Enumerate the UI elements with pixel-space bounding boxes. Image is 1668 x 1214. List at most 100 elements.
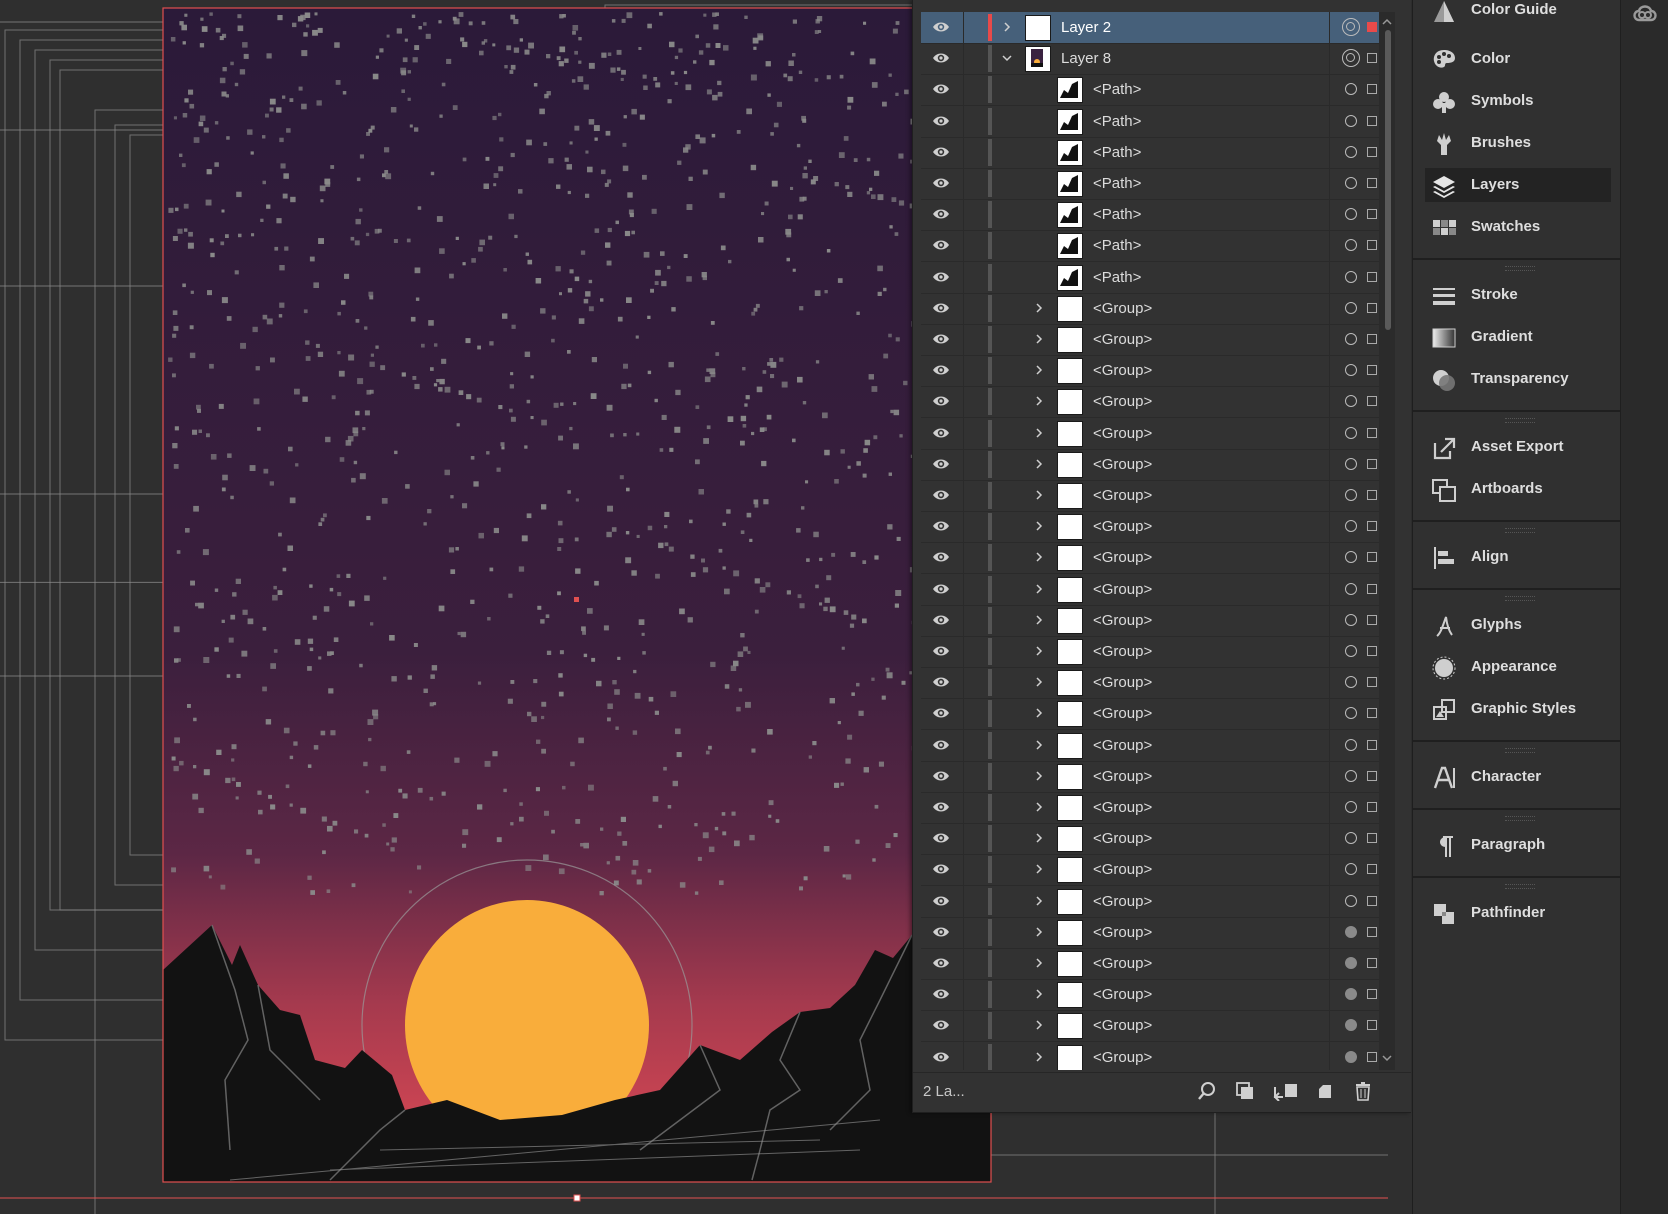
layer-name[interactable]: <Group> xyxy=(1093,643,1152,660)
chevron-right-icon[interactable] xyxy=(1001,21,1013,33)
visibility-eye-icon[interactable] xyxy=(932,550,950,564)
layer-row[interactable]: <Group> xyxy=(921,386,1395,419)
selection-square-icon[interactable] xyxy=(1367,989,1377,1000)
layer-row[interactable]: <Group> xyxy=(921,1041,1395,1070)
lock-cell[interactable] xyxy=(963,355,964,387)
selection-square-icon[interactable] xyxy=(1367,271,1377,282)
chevron-right-icon[interactable] xyxy=(1033,1019,1045,1031)
chevron-right-icon[interactable] xyxy=(1033,739,1045,751)
layer-row[interactable]: <Group> xyxy=(921,792,1395,824)
chevron-right-icon[interactable] xyxy=(1033,1051,1045,1063)
visibility-eye-icon[interactable] xyxy=(932,488,950,502)
target-circle-icon[interactable] xyxy=(1345,582,1357,595)
visibility-eye-icon[interactable] xyxy=(932,800,950,814)
selection-square-icon[interactable] xyxy=(1367,240,1377,251)
lock-cell[interactable] xyxy=(963,948,964,979)
selection-square-icon[interactable] xyxy=(1367,864,1377,875)
layer-name[interactable]: <Group> xyxy=(1093,924,1152,941)
visibility-eye-icon[interactable] xyxy=(932,1018,950,1032)
layer-row[interactable]: <Group> xyxy=(921,948,1395,980)
layer-name[interactable]: <Group> xyxy=(1093,893,1152,910)
chevron-right-icon[interactable] xyxy=(1033,957,1045,969)
selection-square-icon[interactable] xyxy=(1367,739,1377,750)
selection-square-icon[interactable] xyxy=(1367,115,1377,126)
layer-name[interactable]: <Group> xyxy=(1093,425,1152,442)
chevron-right-icon[interactable] xyxy=(1033,302,1045,314)
chevron-right-icon[interactable] xyxy=(1033,614,1045,626)
visibility-eye-icon[interactable] xyxy=(932,519,950,533)
chevron-right-icon[interactable] xyxy=(1033,895,1045,907)
selection-square-icon[interactable] xyxy=(1367,22,1377,32)
lock-cell[interactable] xyxy=(963,667,964,699)
selection-square-icon[interactable] xyxy=(1367,770,1377,781)
chevron-right-icon[interactable] xyxy=(1033,926,1045,938)
target-circle-icon[interactable] xyxy=(1345,301,1357,314)
dock-item-paragraph[interactable]: Paragraph xyxy=(1425,828,1611,862)
dock-item-swatches[interactable]: Swatches xyxy=(1425,210,1611,244)
layer-name[interactable]: <Group> xyxy=(1093,612,1152,629)
create-sublayer-icon[interactable] xyxy=(1273,1081,1299,1101)
target-circle-icon[interactable] xyxy=(1345,551,1357,564)
layer-name[interactable]: <Group> xyxy=(1093,456,1152,473)
target-circle-icon[interactable] xyxy=(1345,1019,1357,1032)
selection-square-icon[interactable] xyxy=(1367,708,1377,719)
target-circle-icon[interactable] xyxy=(1345,145,1357,158)
selection-square-icon[interactable] xyxy=(1367,646,1377,656)
target-circle-icon[interactable] xyxy=(1345,239,1357,252)
visibility-eye-icon[interactable] xyxy=(932,332,950,346)
lock-cell[interactable] xyxy=(963,729,964,761)
lock-cell[interactable] xyxy=(963,199,964,231)
dock-item-brushes[interactable]: Brushes xyxy=(1425,126,1611,160)
lock-cell[interactable] xyxy=(963,12,964,43)
dock-item-align[interactable]: Align xyxy=(1425,540,1611,574)
visibility-eye-icon[interactable] xyxy=(932,613,950,627)
lock-cell[interactable] xyxy=(963,698,964,730)
selection-square-icon[interactable] xyxy=(1367,178,1377,188)
locate-object-icon[interactable] xyxy=(1197,1081,1217,1101)
visibility-eye-icon[interactable] xyxy=(932,644,950,658)
layer-row[interactable]: <Group> xyxy=(921,355,1395,388)
lock-cell[interactable] xyxy=(963,916,964,948)
chevron-right-icon[interactable] xyxy=(1033,520,1045,532)
make-clipping-mask-icon[interactable] xyxy=(1235,1081,1255,1101)
visibility-eye-icon[interactable] xyxy=(932,426,950,440)
chevron-down-icon[interactable] xyxy=(1001,52,1013,64)
lock-cell[interactable] xyxy=(963,854,964,886)
layer-name[interactable]: <Group> xyxy=(1093,300,1152,317)
lock-cell[interactable] xyxy=(963,324,964,355)
chevron-right-icon[interactable] xyxy=(1033,645,1045,657)
selection-square-icon[interactable] xyxy=(1367,677,1377,688)
creative-cloud-icon[interactable] xyxy=(1631,2,1659,24)
layer-row[interactable]: <Group> xyxy=(921,823,1395,856)
selection-square-icon[interactable] xyxy=(1367,833,1377,844)
lock-cell[interactable] xyxy=(963,292,964,324)
layer-name[interactable]: <Group> xyxy=(1093,518,1152,535)
selection-square-icon[interactable] xyxy=(1367,1020,1377,1031)
dock-grip-handle[interactable] xyxy=(1505,816,1535,821)
selection-square-icon[interactable] xyxy=(1367,209,1377,220)
layer-name[interactable]: <Group> xyxy=(1093,861,1152,878)
dock-item-color-guide[interactable]: Color Guide xyxy=(1425,0,1611,27)
target-circle-icon[interactable] xyxy=(1345,676,1357,689)
dock-item-pathfinder[interactable]: Pathfinder xyxy=(1425,896,1611,930)
chevron-right-icon[interactable] xyxy=(1033,988,1045,1000)
target-circle-icon[interactable] xyxy=(1345,645,1357,657)
selection-square-icon[interactable] xyxy=(1367,521,1377,532)
visibility-eye-icon[interactable] xyxy=(932,207,950,221)
visibility-eye-icon[interactable] xyxy=(932,20,950,34)
layer-row[interactable]: <Group> xyxy=(921,542,1395,575)
layer-row[interactable]: <Group> xyxy=(921,979,1395,1012)
visibility-eye-icon[interactable] xyxy=(932,114,950,128)
visibility-eye-icon[interactable] xyxy=(932,394,950,408)
dock-item-glyphs[interactable]: Glyphs xyxy=(1425,608,1611,642)
lock-cell[interactable] xyxy=(963,386,964,418)
selection-square-icon[interactable] xyxy=(1367,53,1377,64)
layer-name[interactable]: <Group> xyxy=(1093,331,1152,348)
lock-cell[interactable] xyxy=(963,136,964,168)
selection-square-icon[interactable] xyxy=(1367,146,1377,157)
layer-row[interactable]: <Group> xyxy=(921,698,1395,731)
visibility-eye-icon[interactable] xyxy=(932,238,950,252)
visibility-eye-icon[interactable] xyxy=(932,176,950,190)
selection-square-icon[interactable] xyxy=(1367,895,1377,906)
target-circle-icon[interactable] xyxy=(1345,489,1357,501)
